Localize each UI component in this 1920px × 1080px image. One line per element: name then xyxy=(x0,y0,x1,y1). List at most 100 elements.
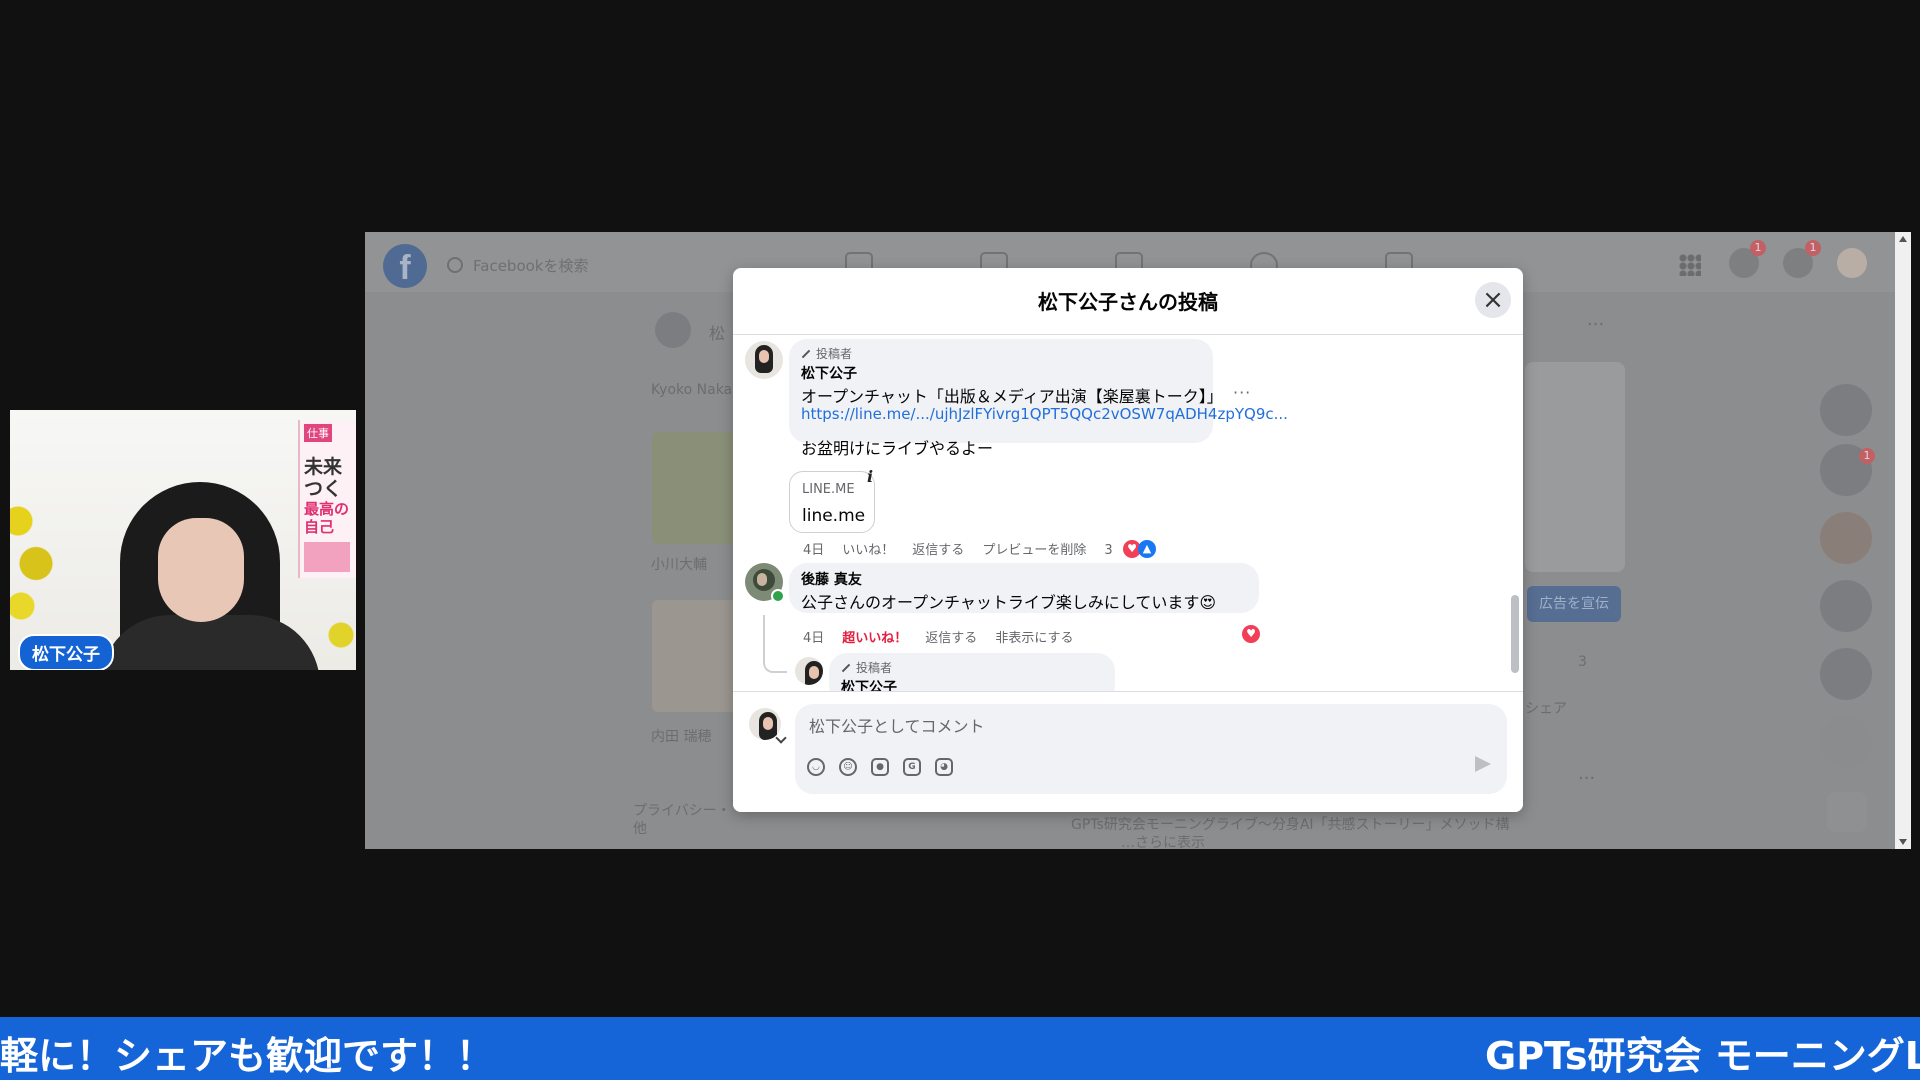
send-icon[interactable] xyxy=(1475,756,1491,772)
comment-options-icon[interactable]: ··· xyxy=(1233,383,1251,402)
comment-text-2: 公子さんのオープンチャットライブ楽しみにしています😍 xyxy=(801,593,1217,612)
reply-link[interactable]: 返信する xyxy=(912,543,964,558)
post-dialog: 松下公子さんの投稿 × 投稿者 松下公子 オープンチャット「出版＆メディア出演【… xyxy=(733,268,1523,812)
dialog-scrollbar[interactable] xyxy=(1511,595,1519,673)
close-button[interactable]: × xyxy=(1475,282,1511,318)
link-preview-card[interactable]: LINE.ME line.me xyxy=(789,471,875,533)
comment-actions-2: 4日 超いいね！ 返信する 非表示にする xyxy=(803,627,1091,646)
hide-link[interactable]: 非表示にする xyxy=(995,631,1073,646)
bg-person-name-1: 小川大輔 xyxy=(651,557,707,573)
sticker-icon[interactable]: ◕ xyxy=(935,758,953,776)
info-icon[interactable]: i xyxy=(867,467,873,486)
search-placeholder: Facebookを検索 xyxy=(473,257,589,275)
scroll-up-icon[interactable] xyxy=(1899,236,1907,242)
book-title-b: 最高の 自己 xyxy=(304,500,350,536)
comment-input[interactable] xyxy=(807,710,1411,742)
account-avatar[interactable] xyxy=(1837,248,1867,278)
like-reaction-icon: ▲ xyxy=(1138,540,1156,558)
comment-text-line-2: お盆明けにライブやるよー xyxy=(801,439,994,458)
commenter-name[interactable]: 松下公子 xyxy=(801,363,857,383)
bg-person-photo-1 xyxy=(652,432,738,544)
menu-grid-icon[interactable] xyxy=(1679,254,1701,276)
news-ticker: 軽に！シェアも歓迎です！！ GPTs研究会 モーニングL xyxy=(0,1017,1920,1080)
avatar-sticker-icon[interactable]: ◡ xyxy=(807,758,825,776)
comments-list[interactable]: 投稿者 松下公子 オープンチャット「出版＆メディア出演【楽屋裏トーク】」 htt… xyxy=(733,335,1523,691)
comment-link[interactable]: https://line.me/.../ujhJzlFYivrg1QPT5QQc… xyxy=(801,405,1288,423)
like-link[interactable]: いいね！ xyxy=(842,543,894,558)
bg-more-dots: ··· xyxy=(1587,314,1605,335)
link-domain: LINE.ME xyxy=(802,482,855,497)
facebook-logo-icon[interactable]: f xyxy=(383,244,427,288)
bg-side-panel xyxy=(1525,362,1625,572)
dialog-title: 松下公子さんの投稿 xyxy=(1038,290,1218,314)
close-icon: × xyxy=(1482,285,1504,315)
bg-person-name-2: 内田 瑞穂 xyxy=(651,729,712,745)
comment-text-line-1: オープンチャット「出版＆メディア出演【楽屋裏トーク】」 xyxy=(801,387,1223,406)
reply-author-tag: 投稿者 xyxy=(841,659,892,676)
link-title: line.me xyxy=(802,506,866,526)
bg-person-photo-2 xyxy=(652,600,738,712)
book-cover: 仕事 未来 つく 最高の 自己 xyxy=(298,420,356,578)
camera-icon[interactable]: ● xyxy=(871,758,889,776)
bg-privacy-link: プライバシー・ xyxy=(633,803,731,819)
author-tag: 投稿者 xyxy=(801,345,852,362)
page-scrollbar[interactable] xyxy=(1895,232,1911,849)
comment-bubble: 投稿者 松下公子 オープンチャット「出版＆メディア出演【楽屋裏トーク】」 htt… xyxy=(789,339,1288,458)
bg-initial: 松 xyxy=(709,324,726,343)
emoji-icon[interactable]: ☺ xyxy=(839,758,857,776)
super-like-link[interactable]: 超いいね！ xyxy=(842,631,907,646)
presenter-face xyxy=(158,518,244,622)
contact-avatar-5 xyxy=(1820,648,1872,700)
profile-avatar xyxy=(655,312,691,348)
comment-composer-area: ◡ ☺ ● G ◕ xyxy=(733,691,1523,812)
ticker-text-left: 軽に！シェアも歓迎です！！ xyxy=(0,1034,495,1078)
book-title-a: 未来 つく xyxy=(304,456,343,500)
ticker-text-right: GPTs研究会 モーニングL xyxy=(1485,1034,1920,1078)
facebook-search[interactable]: Facebookを検索 xyxy=(447,246,727,286)
scroll-down-icon[interactable] xyxy=(1899,839,1907,845)
reply-link-2[interactable]: 返信する xyxy=(925,631,977,646)
comment-time-2: 4日 xyxy=(803,631,825,646)
bg-feed-line-2: …さらに表示 xyxy=(1121,835,1205,849)
contact-avatar-3 xyxy=(1820,512,1872,564)
reply-bubble: 投稿者 松下公子 xyxy=(829,653,1115,691)
bg-privacy-link-2: 他 xyxy=(633,821,647,837)
reaction-count[interactable]: 3 xyxy=(1104,543,1112,558)
new-message-icon xyxy=(1827,792,1867,832)
flower-decoration-2 xyxy=(326,605,356,665)
bg-more-dots-2: ··· xyxy=(1578,768,1596,789)
contact-avatar-1 xyxy=(1820,384,1872,436)
bg-promote-button: 広告を宣伝 xyxy=(1527,586,1621,622)
comment-actions: 4日 いいね！ 返信する プレビューを削除 3 xyxy=(803,539,1115,558)
commenter-name-2[interactable]: 後藤 真友 xyxy=(801,569,862,589)
contact-avatar-6 xyxy=(1820,716,1872,768)
presenter-name-label: 松下公子 xyxy=(18,634,114,670)
book-band xyxy=(304,542,350,572)
contact-avatar-4 xyxy=(1820,580,1872,632)
comment-bubble-2: 後藤 真友 公子さんのオープンチャットライブ楽しみにしています😍 xyxy=(789,563,1259,613)
bg-profile-name: Kyoko Naka xyxy=(651,382,733,398)
commenter-avatar[interactable] xyxy=(745,341,783,379)
gif-icon[interactable]: G xyxy=(903,758,921,776)
bg-count: 3 xyxy=(1578,654,1587,670)
dialog-header: 松下公子さんの投稿 × xyxy=(733,268,1523,335)
webcam-feed: 仕事 未来 つく 最高の 自己 松下公子 xyxy=(10,410,356,670)
comment-composer[interactable]: ◡ ☺ ● G ◕ xyxy=(795,704,1507,794)
thread-line xyxy=(763,615,787,673)
pencil-icon-2 xyxy=(841,663,851,673)
bell-badge: 1 xyxy=(1805,240,1821,256)
remove-preview-link[interactable]: プレビューを削除 xyxy=(982,543,1086,558)
heart-reaction-icon-2: ♥ xyxy=(1242,625,1260,643)
search-icon xyxy=(447,257,463,273)
contact-badge: 1 xyxy=(1859,448,1875,464)
online-indicator xyxy=(771,589,785,603)
reply-name[interactable]: 松下公子 xyxy=(841,677,897,691)
browser-window: f Facebookを検索 1 1 松 Kyoko Naka 小川大輔 内田 瑞… xyxy=(365,232,1911,849)
reply-avatar[interactable] xyxy=(795,657,823,685)
flower-decoration xyxy=(10,470,60,640)
comment-time: 4日 xyxy=(803,543,825,558)
bg-feed-line-1: GPTs研究会モーニングライブ〜分身AI「共感ストーリー」メソッド構 xyxy=(1071,817,1510,833)
book-tag: 仕事 xyxy=(304,424,332,442)
messenger-badge: 1 xyxy=(1750,240,1766,256)
pencil-icon xyxy=(801,349,811,359)
